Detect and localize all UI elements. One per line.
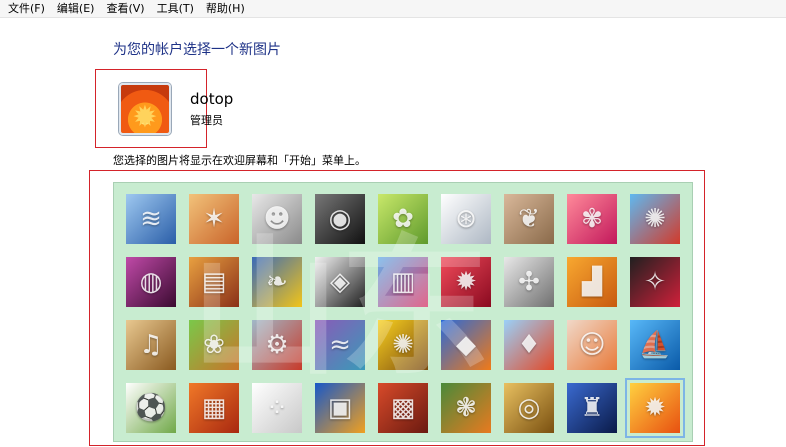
menu-item-4[interactable]: 帮助(H) bbox=[200, 0, 251, 17]
robot-icon: ☻ bbox=[263, 204, 291, 234]
pinwheel-icon: ✺ bbox=[644, 204, 666, 234]
clownfish-icon: ◆ bbox=[456, 330, 476, 360]
picture-option-border-collie[interactable]: ◈ bbox=[315, 257, 365, 307]
picture-option-kitten[interactable]: ❦ bbox=[504, 194, 554, 244]
picture-option-wicker[interactable]: ◎ bbox=[504, 383, 554, 433]
picture-option-robot[interactable]: ☻ bbox=[252, 194, 302, 244]
roller-coaster-icon: ≋ bbox=[140, 204, 162, 234]
rug-icon: ▩ bbox=[390, 393, 416, 423]
soccer-ball-icon: ⚽ bbox=[134, 393, 168, 423]
picture-option-gyroscope[interactable]: ⊛ bbox=[441, 194, 491, 244]
turntable-icon: ◉ bbox=[328, 204, 352, 234]
picture-option-lucky-cat[interactable]: ✿ bbox=[378, 194, 428, 244]
sailboat-icon: ⛵ bbox=[638, 330, 672, 360]
toy-robot-icon: ⚙ bbox=[265, 330, 289, 360]
wicker-icon: ◎ bbox=[517, 393, 541, 423]
picture-option-soccer-ball[interactable]: ⚽ bbox=[126, 383, 176, 433]
picture-option-hot-air-balloon[interactable]: ♦ bbox=[504, 320, 554, 370]
picture-option-doll[interactable]: ☺ bbox=[567, 320, 617, 370]
picture-option-pomeranian[interactable]: ❀ bbox=[189, 320, 239, 370]
menu-item-1[interactable]: 编辑(E) bbox=[51, 0, 101, 17]
hot-air-balloon-icon: ♦ bbox=[517, 330, 541, 360]
picture-option-orange-flower[interactable]: ✹ bbox=[625, 378, 685, 438]
picture-option-striped-ball[interactable]: ◍ bbox=[126, 257, 176, 307]
picture-option-lighthouse[interactable]: ♜ bbox=[567, 383, 617, 433]
lucky-cat-icon: ✿ bbox=[392, 204, 414, 234]
picture-option-sunflower[interactable]: ✺ bbox=[378, 320, 428, 370]
picture-option-yellow-leaf[interactable]: ❧ bbox=[252, 257, 302, 307]
menu-item-2[interactable]: 查看(V) bbox=[100, 0, 150, 17]
description-text: 您选择的图片将显示在欢迎屏幕和「开始」菜单上。 bbox=[113, 154, 366, 167]
pink-flower-icon: ✾ bbox=[581, 204, 603, 234]
picture-option-rug[interactable]: ▩ bbox=[378, 383, 428, 433]
picture-option-roller-coaster[interactable]: ≋ bbox=[126, 194, 176, 244]
picture-option-window[interactable]: ▣ bbox=[315, 383, 365, 433]
flower-icon: ✹ bbox=[132, 100, 158, 135]
picture-option-clownfish[interactable]: ◆ bbox=[441, 320, 491, 370]
picture-option-red-leaf[interactable]: ✹ bbox=[441, 257, 491, 307]
picture-option-butterfly[interactable]: ❃ bbox=[441, 383, 491, 433]
menu-item-3[interactable]: 工具(T) bbox=[151, 0, 200, 17]
red-leaf-icon: ✹ bbox=[455, 267, 477, 297]
user-role: 管理员 bbox=[190, 114, 223, 127]
kitten-icon: ❦ bbox=[518, 204, 540, 234]
orange-flower-icon: ✹ bbox=[644, 393, 666, 423]
picture-option-jacks[interactable]: ✣ bbox=[504, 257, 554, 307]
picture-option-orange-stairs[interactable]: ▟ bbox=[567, 257, 617, 307]
page-title: 为您的帐户选择一个新图片 bbox=[113, 42, 281, 58]
picture-option-starfish[interactable]: ✶ bbox=[189, 194, 239, 244]
orange-fabric-icon: ▦ bbox=[201, 393, 227, 423]
striped-ball-icon: ◍ bbox=[139, 267, 163, 297]
picture-option-paper-crane[interactable]: ✧ bbox=[630, 257, 680, 307]
orange-stairs-icon: ▟ bbox=[582, 267, 602, 297]
border-collie-icon: ◈ bbox=[330, 267, 350, 297]
doll-icon: ☺ bbox=[578, 330, 606, 360]
sunflower-icon: ✺ bbox=[392, 330, 414, 360]
crayons-icon: ▥ bbox=[390, 267, 416, 297]
picture-option-scarves[interactable]: ≈ bbox=[315, 320, 365, 370]
pomeranian-icon: ❀ bbox=[203, 330, 225, 360]
fabric-icon: ▤ bbox=[201, 267, 227, 297]
menu-bar: 文件(F) 编辑(E) 查看(V) 工具(T) 帮助(H) bbox=[0, 0, 786, 18]
lighthouse-icon: ♜ bbox=[580, 393, 604, 423]
user-name: dotop bbox=[190, 90, 234, 108]
current-account-picture: ✹ bbox=[119, 83, 171, 135]
picture-option-sailboat[interactable]: ⛵ bbox=[630, 320, 680, 370]
gyroscope-icon: ⊛ bbox=[455, 204, 477, 234]
picture-option-toy-robot[interactable]: ⚙ bbox=[252, 320, 302, 370]
picture-option-orange-fabric[interactable]: ▦ bbox=[189, 383, 239, 433]
picture-option-guitar[interactable]: ♫ bbox=[126, 320, 176, 370]
guitar-icon: ♫ bbox=[139, 330, 163, 360]
paper-crane-icon: ✧ bbox=[644, 267, 666, 297]
picture-option-marbles[interactable]: ⁘ bbox=[252, 383, 302, 433]
window-icon: ▣ bbox=[327, 393, 353, 423]
picture-option-pinwheel[interactable]: ✺ bbox=[630, 194, 680, 244]
picture-grid: ≋ ✶ ☻ ◉ ✿ ⊛ ❦ ✾ ✺ ◍ ▤ ❧ ◈ ▥ ✹ ✣ ▟ ✧ ♫ ❀ ⚙ ≈ ✺ ◆ ♦ ☺ ⛵ ⚽ ▦ ⁘ ▣ ▩ ❃ ◎ ♜ ✹ bbox=[113, 182, 693, 442]
picture-option-crayons[interactable]: ▥ bbox=[378, 257, 428, 307]
menu-item-0[interactable]: 文件(F) bbox=[0, 0, 51, 17]
jacks-icon: ✣ bbox=[518, 267, 540, 297]
picture-option-turntable[interactable]: ◉ bbox=[315, 194, 365, 244]
yellow-leaf-icon: ❧ bbox=[266, 267, 288, 297]
starfish-icon: ✶ bbox=[203, 204, 225, 234]
marbles-icon: ⁘ bbox=[266, 393, 288, 423]
butterfly-icon: ❃ bbox=[455, 393, 477, 423]
picture-option-fabric[interactable]: ▤ bbox=[189, 257, 239, 307]
scarves-icon: ≈ bbox=[329, 330, 351, 360]
picture-option-pink-flower[interactable]: ✾ bbox=[567, 194, 617, 244]
